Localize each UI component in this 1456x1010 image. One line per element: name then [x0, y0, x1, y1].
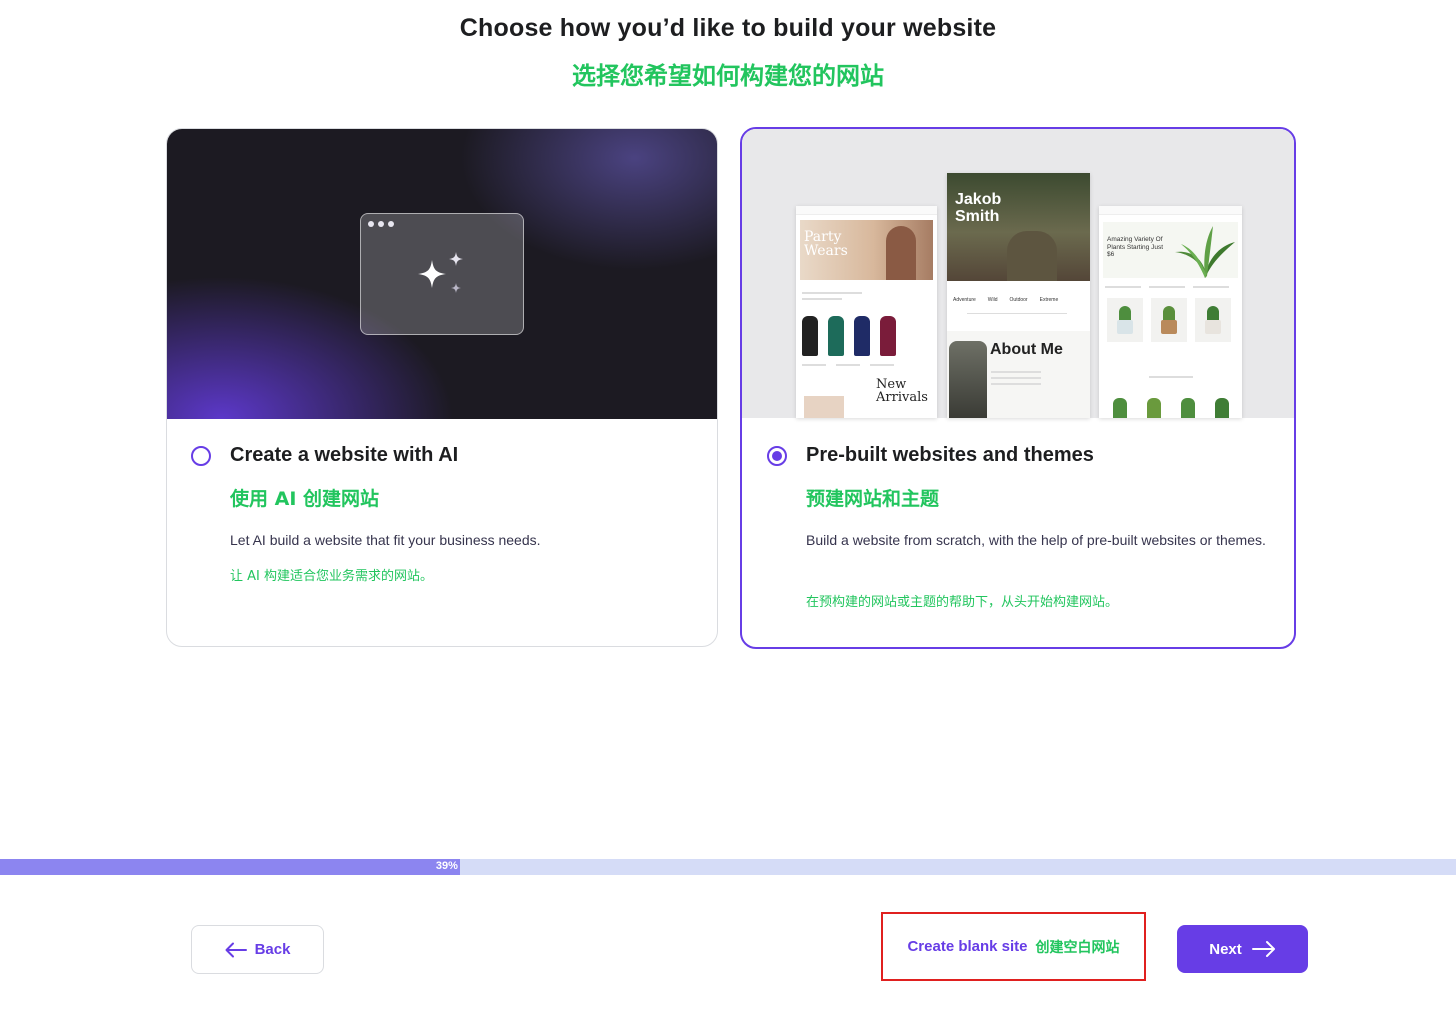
- template-plants-heading: Amazing Variety Of Plants Starting Just …: [1107, 236, 1163, 258]
- sparkle-icon: [418, 252, 463, 293]
- template-preview-plants: Amazing Variety Of Plants Starting Just …: [1099, 206, 1242, 418]
- radio-prebuilt[interactable]: [767, 446, 787, 466]
- template-portfolio-link: Wild: [987, 297, 998, 303]
- create-blank-site-label: Create blank site: [907, 938, 1028, 955]
- option-desc-prebuilt: Build a website from scratch, with the h…: [806, 532, 1266, 548]
- page-title: Choose how you’d like to build your webs…: [459, 14, 997, 42]
- option-card-prebuilt[interactable]: Party Wears New Arrivals Jakob Smith Adv…: [740, 127, 1296, 649]
- template-preview-portfolio: Jakob Smith Adventure Wild Outdoor Extre…: [947, 173, 1090, 418]
- option-desc-ai-cn: 让 AI 构建适合您业务需求的网站。: [230, 569, 433, 584]
- template-portfolio-link: Extreme: [1039, 297, 1059, 303]
- progress-bar: 39%: [0, 859, 1456, 875]
- radio-ai[interactable]: [191, 446, 211, 466]
- plant-icon: [1175, 226, 1235, 278]
- next-button-label: Next: [1209, 940, 1242, 958]
- template-portfolio-link: Outdoor: [1009, 297, 1028, 303]
- ai-window-illustration: [360, 213, 524, 335]
- arrow-left-icon: [225, 942, 247, 957]
- back-button[interactable]: Back: [191, 925, 324, 974]
- template-portfolio-name: Jakob Smith: [955, 191, 1002, 225]
- option-title-ai-cn: 使用 AI 创建网站: [230, 488, 380, 510]
- option-desc-prebuilt-cn: 在预构建的网站或主题的帮助下，从头开始构建网站。: [806, 595, 1119, 610]
- create-blank-site-button[interactable]: Create blank site 创建空白网站: [881, 912, 1146, 981]
- window-dots-icon: [368, 221, 394, 227]
- progress-fill: 39%: [0, 859, 460, 875]
- arrow-right-icon: [1251, 941, 1275, 957]
- template-fashion-section: New Arrivals: [876, 377, 928, 405]
- ai-hero-image: [167, 129, 717, 419]
- template-fashion-heading: Party Wears: [804, 229, 848, 259]
- option-title-ai: Create a website with AI: [230, 444, 459, 466]
- template-portfolio-link: Adventure: [953, 297, 976, 303]
- template-preview-fashion: Party Wears New Arrivals: [796, 206, 937, 418]
- option-desc-ai: Let AI build a website that fit your bus…: [230, 532, 541, 548]
- option-title-prebuilt: Pre-built websites and themes: [806, 444, 1094, 466]
- progress-label: 39%: [435, 860, 458, 872]
- template-portfolio-about: About Me: [990, 341, 1063, 358]
- next-button[interactable]: Next: [1177, 925, 1308, 973]
- option-card-ai[interactable]: Create a website with AI 使用 AI 创建网站 Let …: [166, 128, 718, 647]
- back-button-label: Back: [254, 941, 291, 958]
- page-subtitle-cn: 选择您希望如何构建您的网站: [572, 62, 884, 90]
- option-title-prebuilt-cn: 预建网站和主题: [806, 488, 940, 510]
- create-blank-site-label-cn: 创建空白网站: [1035, 939, 1120, 956]
- templates-preview-image: Party Wears New Arrivals Jakob Smith Adv…: [742, 129, 1294, 418]
